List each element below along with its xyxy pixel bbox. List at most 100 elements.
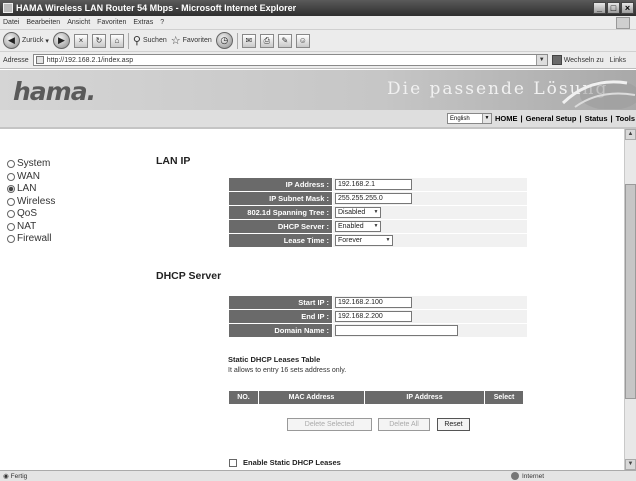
sidebar-item-label: LAN bbox=[17, 183, 37, 194]
go-button[interactable]: Wechseln zu bbox=[551, 55, 604, 65]
column-header-mac-address: MAC Address bbox=[258, 390, 365, 405]
spanning-tree-select[interactable]: Disabled ▼ bbox=[335, 207, 381, 218]
sidebar-item-nat[interactable]: NAT bbox=[7, 221, 55, 234]
delete-selected-button[interactable]: Delete Selected bbox=[287, 418, 372, 431]
refresh-button[interactable]: ↻ bbox=[91, 33, 106, 48]
address-dropdown-icon[interactable]: ▼ bbox=[535, 55, 547, 65]
radio-selected-icon bbox=[7, 185, 15, 194]
sidebar-item-qos[interactable]: QoS bbox=[7, 208, 55, 221]
dhcp-server-select[interactable]: Enabled ▼ bbox=[335, 221, 381, 232]
nav-separator: | bbox=[579, 114, 582, 123]
scroll-up-icon[interactable]: ▲ bbox=[625, 129, 636, 140]
chevron-down-icon: ▼ bbox=[373, 209, 379, 215]
start-ip-input[interactable]: 192.168.2.100 bbox=[335, 297, 412, 308]
subnet-mask-input[interactable]: 255.255.255.0 bbox=[335, 193, 412, 204]
sidebar-item-firewall[interactable]: Firewall bbox=[7, 233, 55, 246]
sidebar-item-wireless[interactable]: Wireless bbox=[7, 196, 55, 209]
sidebar-item-system[interactable]: System bbox=[7, 158, 55, 171]
mail-button[interactable]: ✉ bbox=[241, 33, 256, 48]
sidebar-item-lan[interactable]: LAN bbox=[7, 183, 55, 196]
start-ip-cell: 192.168.2.100 bbox=[332, 295, 528, 310]
static-leases-header-row: NO. MAC Address IP Address Select bbox=[228, 390, 524, 405]
scroll-down-icon[interactable]: ▼ bbox=[625, 459, 636, 470]
column-header-ip-address: IP Address bbox=[364, 390, 485, 405]
language-select[interactable]: English ▼ bbox=[447, 113, 492, 124]
domain-name-cell bbox=[332, 323, 528, 338]
sidebar-item-wan[interactable]: WAN bbox=[7, 171, 55, 184]
enable-static-leases-checkbox[interactable] bbox=[229, 458, 237, 467]
static-leases-note: It allows to entry 16 sets address only. bbox=[228, 367, 347, 374]
enable-static-leases-label: Enable Static DHCP Leases bbox=[243, 458, 341, 467]
minimize-button[interactable]: _ bbox=[593, 2, 606, 14]
nav-tools[interactable]: Tools bbox=[616, 114, 635, 123]
menu-file[interactable]: Datei bbox=[3, 19, 19, 26]
search-button[interactable]: ⚲ Suchen bbox=[133, 34, 167, 47]
end-ip-row: End IP : 192.168.2.200 bbox=[228, 309, 528, 324]
lease-time-label: Lease Time : bbox=[228, 233, 333, 248]
radio-icon bbox=[7, 197, 15, 206]
toolbar-separator bbox=[127, 32, 129, 49]
address-url: http://192.168.2.1/index.asp bbox=[46, 56, 134, 64]
end-ip-input[interactable]: 192.168.2.200 bbox=[335, 311, 412, 322]
menu-edit[interactable]: Bearbeiten bbox=[26, 19, 60, 26]
radio-icon bbox=[7, 160, 15, 169]
top-nav-divider bbox=[0, 127, 636, 129]
sidebar-item-label: QoS bbox=[17, 208, 38, 219]
nav-home[interactable]: HOME bbox=[495, 114, 518, 123]
stop-button[interactable]: × bbox=[73, 33, 88, 48]
lease-time-value: Forever bbox=[338, 237, 363, 244]
favorites-button[interactable]: ☆ Favoriten bbox=[171, 34, 212, 47]
go-button-label: Wechseln zu bbox=[563, 56, 604, 64]
print-button[interactable]: ⎙ bbox=[259, 33, 274, 48]
links-button[interactable]: Links bbox=[610, 57, 626, 64]
menu-help[interactable]: ? bbox=[160, 19, 164, 26]
lease-time-row: Lease Time : Forever ▼ bbox=[228, 233, 528, 248]
search-button-label: Suchen bbox=[142, 37, 167, 44]
address-input[interactable]: http://192.168.2.1/index.asp ▼ bbox=[32, 54, 548, 66]
chevron-down-icon: ▼ bbox=[385, 237, 391, 243]
window-title: HAMA Wireless LAN Router 54 Mbps - Micro… bbox=[16, 3, 297, 13]
start-ip-row: Start IP : 192.168.2.100 bbox=[228, 295, 528, 310]
subnet-mask-cell: 255.255.255.0 bbox=[332, 191, 528, 206]
forward-button[interactable]: ▶ bbox=[52, 32, 70, 49]
toolbar-separator bbox=[236, 32, 238, 49]
spanning-tree-row: 802.1d Spanning Tree : Disabled ▼ bbox=[228, 205, 528, 220]
sidebar-item-label: System bbox=[17, 158, 51, 169]
back-button-label: Zurück bbox=[22, 37, 44, 44]
domain-name-label: Domain Name : bbox=[228, 323, 333, 338]
ip-address-input[interactable]: 192.168.2.1 bbox=[335, 179, 412, 190]
chevron-down-icon: ▼ bbox=[373, 223, 379, 229]
static-leases-table: NO. MAC Address IP Address Select bbox=[228, 390, 524, 405]
language-value: English bbox=[450, 115, 470, 122]
spanning-tree-value: Disabled bbox=[338, 209, 366, 216]
back-dropdown-icon[interactable]: ▾ bbox=[45, 37, 49, 45]
sidebar-item-label: WAN bbox=[17, 170, 40, 182]
hama-banner: hama. Die passende Lösung bbox=[0, 70, 636, 110]
maximize-button[interactable]: □ bbox=[607, 2, 620, 14]
domain-name-input[interactable] bbox=[335, 325, 458, 336]
history-button[interactable]: ◷ bbox=[215, 32, 233, 49]
menu-tools[interactable]: Extras bbox=[133, 19, 153, 26]
sidebar-item-label: NAT bbox=[17, 220, 37, 232]
scrollbar-thumb[interactable] bbox=[625, 184, 636, 399]
menu-view[interactable]: Ansicht bbox=[67, 19, 90, 26]
back-button[interactable]: ◀ Zurück ▾ bbox=[3, 32, 49, 49]
dhcp-server-value: Enabled bbox=[338, 223, 364, 230]
vertical-scrollbar[interactable]: ▲ ▼ bbox=[624, 129, 636, 470]
edit-button[interactable]: ✎ bbox=[277, 33, 292, 48]
windows-logo-icon bbox=[616, 17, 630, 29]
home-button[interactable]: ⌂ bbox=[109, 33, 124, 48]
lan-ip-title: LAN IP bbox=[156, 155, 191, 167]
close-button[interactable]: × bbox=[621, 2, 634, 14]
nav-general-setup[interactable]: General Setup bbox=[526, 114, 577, 123]
status-text: Fertig bbox=[10, 472, 28, 480]
dhcp-server-label: DHCP Server : bbox=[228, 219, 333, 234]
lease-time-select[interactable]: Forever ▼ bbox=[335, 235, 393, 246]
messenger-button[interactable]: ☺ bbox=[295, 33, 310, 48]
delete-all-button[interactable]: Delete All bbox=[378, 418, 430, 431]
sidebar-item-label: Wireless bbox=[17, 195, 56, 207]
reset-button[interactable]: Reset bbox=[437, 418, 470, 431]
nav-status[interactable]: Status bbox=[585, 114, 608, 123]
dhcp-server-title: DHCP Server bbox=[156, 270, 222, 282]
menu-favorites[interactable]: Favoriten bbox=[97, 19, 126, 26]
